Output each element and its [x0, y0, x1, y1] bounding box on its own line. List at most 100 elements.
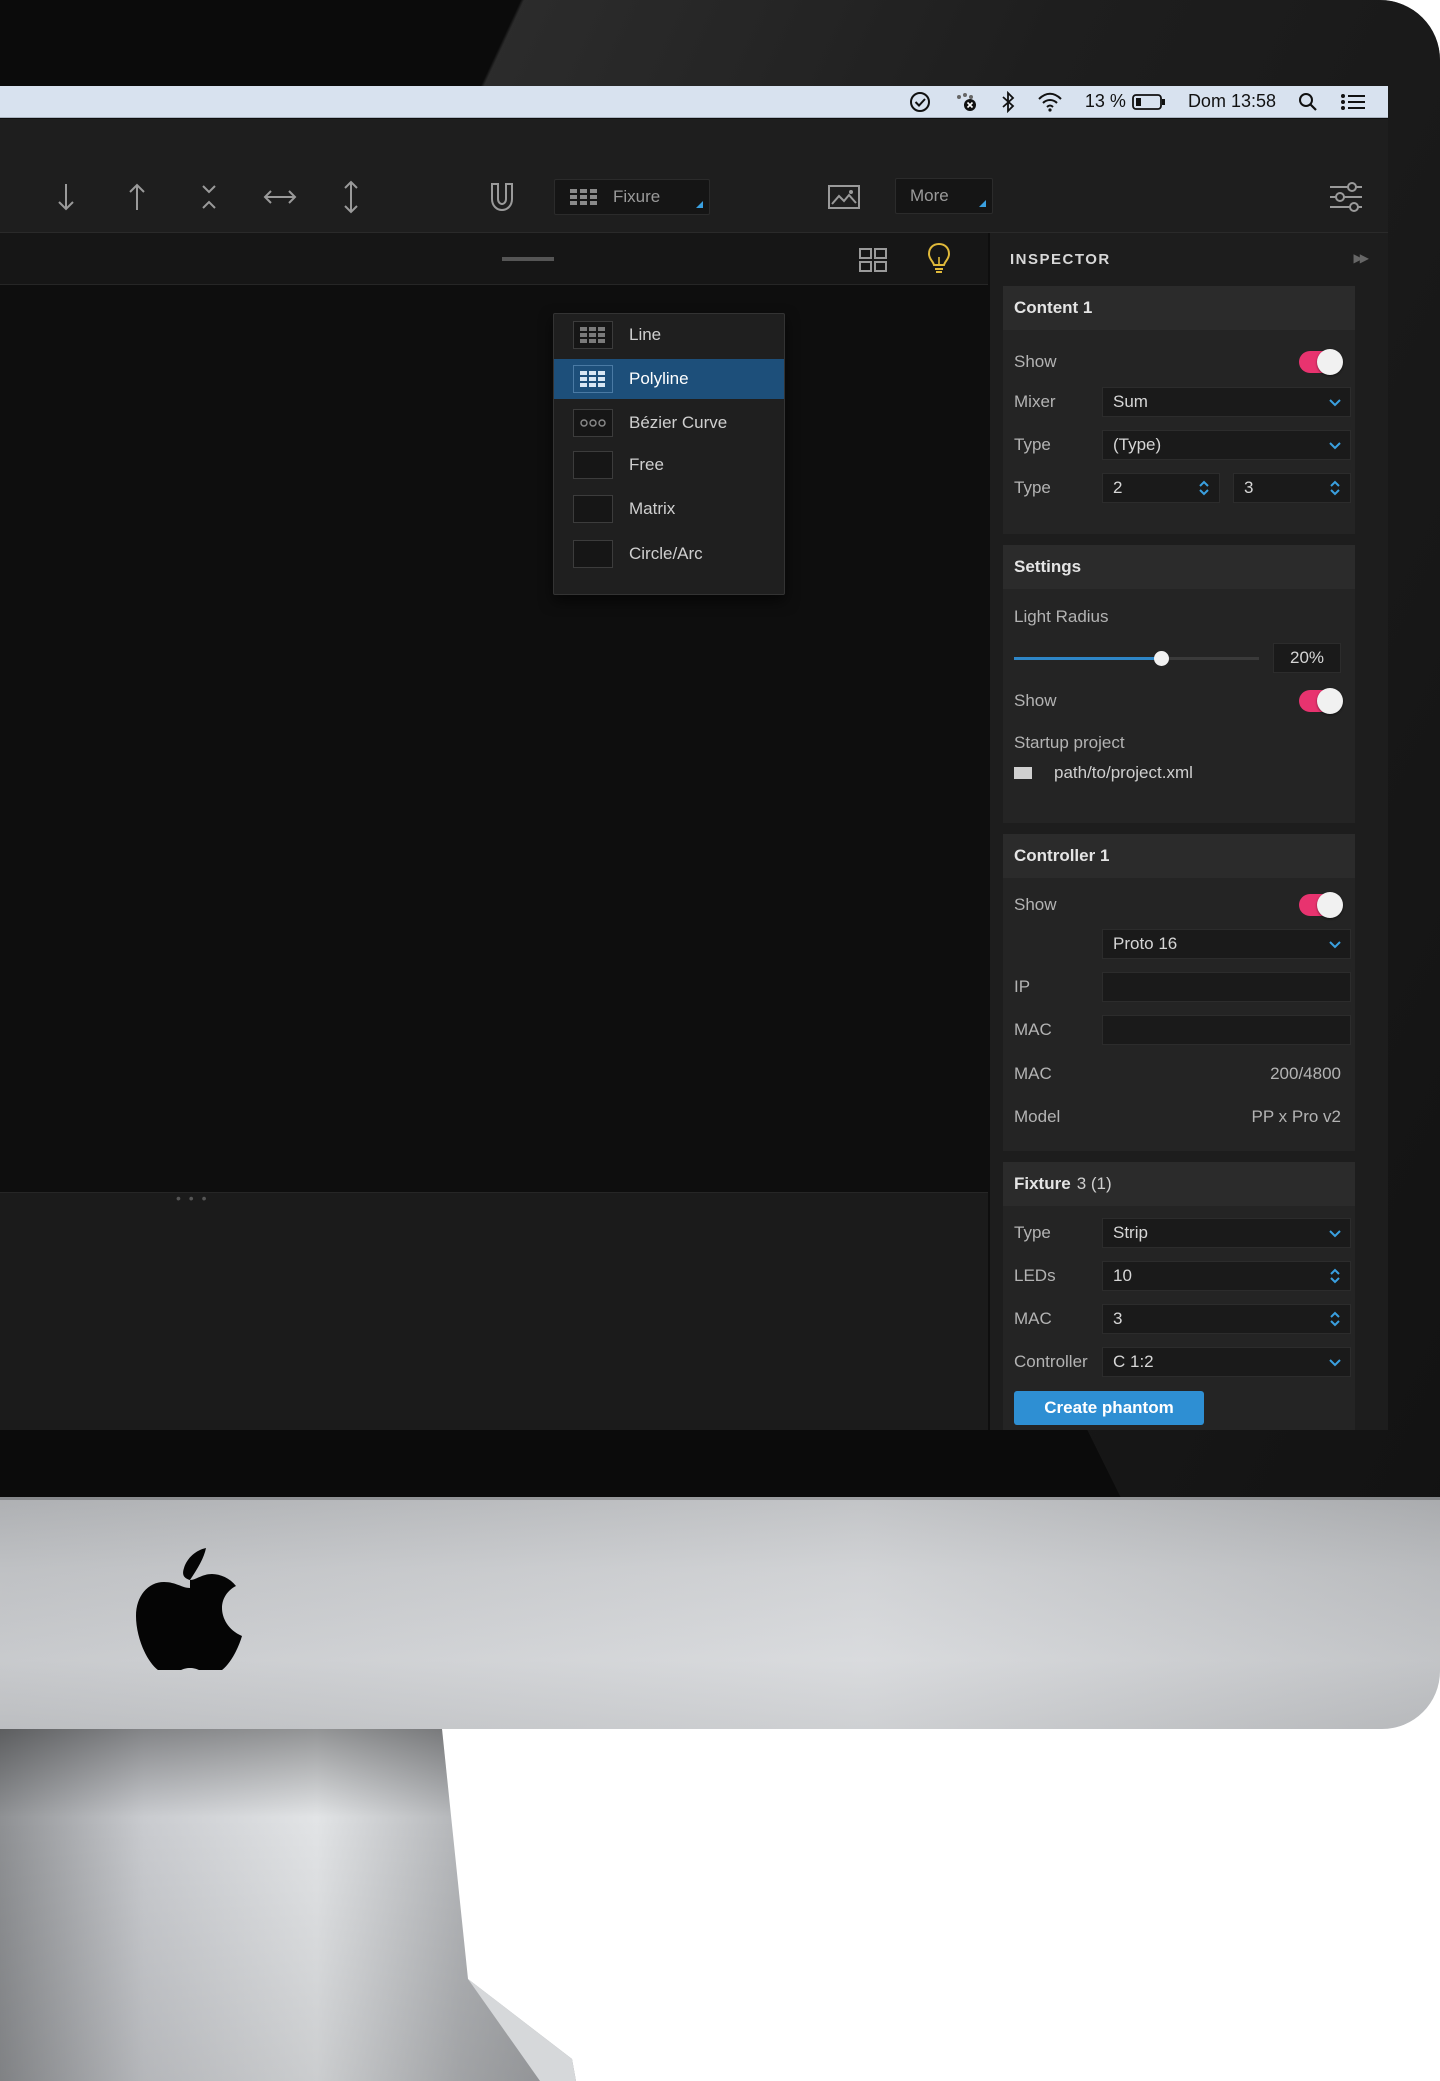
controller-show-toggle[interactable]: [1299, 892, 1343, 918]
section-title: Content 1: [1003, 286, 1355, 330]
mac-input[interactable]: [1102, 1015, 1351, 1045]
light-radius-slider[interactable]: [1014, 651, 1259, 666]
controller-model-row: Proto 16: [1014, 929, 1351, 959]
menubar-clock[interactable]: Dom 13:58: [1188, 91, 1276, 112]
fixture-controller-label: Controller: [1014, 1352, 1088, 1371]
arrows-horizontal-icon[interactable]: [260, 177, 300, 217]
chevron-down-icon: [1329, 399, 1341, 407]
type-dimensions-row: Type 2 3: [1014, 473, 1351, 503]
light-radius-value[interactable]: 20%: [1273, 643, 1341, 673]
timeline-panel: [0, 1192, 988, 1430]
type-stepper-a[interactable]: 2: [1102, 473, 1220, 503]
type-stepper-b[interactable]: 3: [1233, 473, 1351, 503]
chevron-down-icon: [1329, 941, 1341, 949]
menu-item-line[interactable]: Line: [554, 315, 784, 355]
collapse-panel-icon[interactable]: ▶▶: [1354, 251, 1370, 265]
mac-readout-value: 200/4800: [1270, 1064, 1341, 1083]
fixture-controller-row: Controller C 1:2: [1014, 1347, 1351, 1377]
toggle-knob: [1317, 349, 1343, 375]
fixture-title-suffix: 3 (1): [1076, 1174, 1112, 1193]
fixture-type-value: Strip: [1113, 1223, 1148, 1242]
fixture-mac-value: 3: [1113, 1309, 1123, 1328]
notification-center-icon[interactable]: [1340, 92, 1366, 112]
lightbulb-icon[interactable]: [919, 238, 959, 278]
panel-resize-handle[interactable]: • • •: [176, 1190, 208, 1206]
grid-icon: [573, 365, 613, 393]
stepper-icon[interactable]: [1195, 478, 1213, 498]
more-dropdown-button[interactable]: More: [895, 178, 993, 214]
stage-canvas[interactable]: [0, 286, 988, 1192]
show-label: Show: [1014, 895, 1057, 914]
grid-view-icon[interactable]: [853, 240, 893, 280]
type2-label: Type: [1014, 478, 1051, 497]
folder-icon[interactable]: [1014, 767, 1032, 779]
settings-show-toggle[interactable]: [1299, 688, 1343, 714]
collapse-vertical-icon[interactable]: [189, 177, 229, 217]
mac-readout-label: MAC: [1014, 1064, 1052, 1083]
blank-icon: [573, 495, 613, 523]
show-label: Show: [1014, 691, 1057, 710]
bluetooth-icon[interactable]: [1001, 90, 1015, 113]
blank-icon: [573, 451, 613, 479]
chevron-down-icon: [1329, 1359, 1341, 1367]
type2-b-value: 3: [1244, 478, 1254, 497]
type-row: Type (Type): [1014, 430, 1351, 460]
startup-label-row: Startup project: [1014, 728, 1341, 758]
arrow-up-icon[interactable]: [117, 177, 157, 217]
light-radius-slider-row: 20%: [1014, 643, 1341, 673]
fixture-dropdown-menu: Line Polyline Bézier Curve Free Matrix C…: [553, 313, 785, 595]
menu-item-label: Polyline: [629, 369, 689, 388]
ip-row: IP: [1014, 972, 1351, 1002]
fixture-mac-stepper[interactable]: 3: [1102, 1304, 1351, 1334]
type-select[interactable]: (Type): [1102, 430, 1351, 460]
menu-item-matrix[interactable]: Matrix: [554, 489, 784, 529]
fixture-section: Fixture 3 (1) Type Strip LEDs 10 MAC 3 C…: [1003, 1162, 1355, 1430]
cloud-sync-icon[interactable]: [953, 91, 979, 113]
spotlight-search-icon[interactable]: [1298, 92, 1318, 112]
content-show-toggle[interactable]: [1299, 349, 1343, 375]
dropdown-corner-icon: [979, 200, 986, 207]
fixture-controller-value: C 1:2: [1113, 1352, 1154, 1371]
leds-stepper[interactable]: 10: [1102, 1261, 1351, 1291]
fixture-type-select[interactable]: Strip: [1102, 1218, 1351, 1248]
controller-model-select[interactable]: Proto 16: [1102, 929, 1351, 959]
fixture-dropdown-button[interactable]: Fixure: [554, 179, 710, 215]
imac-scene: 13 % Dom 13:58 Fixure More • • • INSPECT…: [0, 0, 1440, 2081]
slider-thumb[interactable]: [1154, 651, 1169, 666]
fixture-controller-select[interactable]: C 1:2: [1102, 1347, 1351, 1377]
menu-item-circle-arc[interactable]: Circle/Arc: [554, 534, 784, 574]
arrow-down-icon[interactable]: [46, 177, 86, 217]
menu-item-label: Bézier Curve: [629, 413, 728, 432]
dots-icon: [573, 409, 613, 437]
menu-item-bezier-curve[interactable]: Bézier Curve: [554, 403, 784, 443]
create-phantom-button[interactable]: Create phantom: [1014, 1391, 1204, 1425]
zoom-slider-track[interactable]: [502, 257, 554, 261]
startup-path[interactable]: path/to/project.xml: [1054, 763, 1193, 783]
sliders-settings-icon[interactable]: [1326, 177, 1366, 217]
fixture-type-row: Type Strip: [1014, 1218, 1351, 1248]
menu-item-polyline[interactable]: Polyline: [554, 359, 784, 399]
menu-item-label: Line: [629, 325, 662, 344]
battery-percent: 13 %: [1084, 91, 1126, 111]
menu-item-label: Circle/Arc: [629, 544, 703, 563]
fixture-title: Fixture: [1014, 1174, 1071, 1193]
settings-section: Settings Light Radius 20% Show Startup p…: [1003, 545, 1355, 823]
mixer-label: Mixer: [1014, 392, 1056, 411]
arrows-vertical-icon[interactable]: [331, 177, 371, 217]
magnet-icon[interactable]: [482, 177, 522, 217]
blank-icon: [573, 540, 613, 568]
wifi-icon[interactable]: [1037, 92, 1063, 112]
fixture-mac-row: MAC 3: [1014, 1304, 1351, 1334]
battery-icon[interactable]: [1132, 93, 1166, 111]
stepper-icon[interactable]: [1326, 1266, 1344, 1286]
type-label: Type: [1014, 435, 1051, 454]
stepper-icon[interactable]: [1326, 478, 1344, 498]
checkmark-shield-icon[interactable]: [909, 91, 931, 113]
light-radius-label: Light Radius: [1014, 607, 1109, 626]
mixer-select[interactable]: Sum: [1102, 387, 1351, 417]
image-icon[interactable]: [824, 177, 864, 217]
menu-item-free[interactable]: Free: [554, 445, 784, 485]
stepper-icon[interactable]: [1326, 1309, 1344, 1329]
menu-item-label: Free: [629, 455, 664, 474]
ip-input[interactable]: [1102, 972, 1351, 1002]
